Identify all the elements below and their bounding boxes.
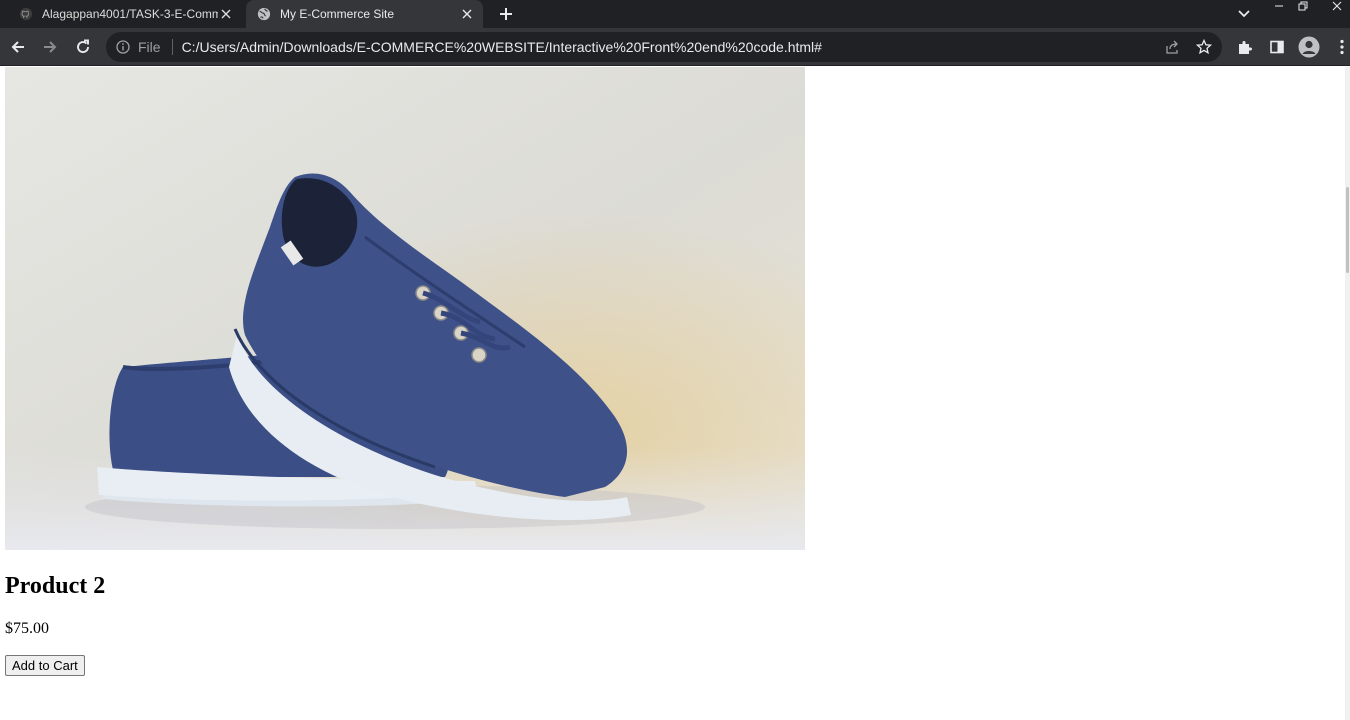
product-image [5,67,805,550]
url-scheme-label: File [138,39,161,55]
close-icon[interactable] [218,6,234,22]
reload-button[interactable] [69,33,97,61]
close-icon [1332,1,1342,11]
tab-github[interactable]: Alagappan4001/TASK-3-E-Comm [8,0,242,28]
minimize-button[interactable] [1268,0,1290,12]
info-icon[interactable] [115,39,131,55]
menu-button[interactable] [1328,33,1350,61]
close-icon[interactable] [459,6,475,22]
divider [171,39,173,55]
reload-icon [77,39,89,53]
chevron-down-icon [1238,10,1250,18]
product-name: Product 2 [5,573,106,599]
arrow-right-icon [44,41,57,53]
profile-button[interactable] [1295,33,1323,61]
address-bar[interactable]: File C:/Users/Admin/Downloads/E-COMMERCE… [106,32,1222,62]
restore-icon [1298,1,1308,11]
tab-title: Alagappan4001/TASK-3-E-Comm [42,7,218,21]
plus-icon [500,8,512,20]
avatar-icon [1298,36,1320,58]
restore-button[interactable] [1292,0,1314,12]
more-vert-icon [1340,39,1344,55]
extensions-button[interactable] [1231,33,1259,61]
scrollbar-thumb[interactable] [1346,187,1349,273]
back-button[interactable] [4,33,32,61]
minimize-icon [1275,5,1283,7]
browser-tab-strip: Alagappan4001/TASK-3-E-Comm My E-Commerc… [0,0,1350,28]
scrollbar[interactable] [1345,67,1350,720]
side-panel-button[interactable] [1263,33,1291,61]
close-window-button[interactable] [1326,0,1348,12]
share-icon[interactable] [1164,39,1180,55]
star-icon[interactable] [1196,39,1212,55]
forward-button[interactable] [36,33,64,61]
url-text[interactable]: C:/Users/Admin/Downloads/E-COMMERCE%20WE… [182,39,822,55]
page-viewport: Product 2 $75.00 Add to Cart [0,67,1345,720]
browser-toolbar: File C:/Users/Admin/Downloads/E-COMMERCE… [0,28,1350,66]
arrow-left-icon [11,41,24,53]
tab-search-button[interactable] [1232,2,1256,26]
add-to-cart-button[interactable]: Add to Cart [5,655,85,676]
puzzle-icon [1239,41,1252,54]
tab-title: My E-Commerce Site [280,7,395,21]
tab-ecommerce[interactable]: My E-Commerce Site [246,0,483,28]
side-panel-icon [1270,40,1284,54]
github-icon [18,6,34,22]
new-tab-button[interactable] [494,2,518,26]
globe-icon [256,6,272,22]
product-price: $75.00 [5,620,49,637]
